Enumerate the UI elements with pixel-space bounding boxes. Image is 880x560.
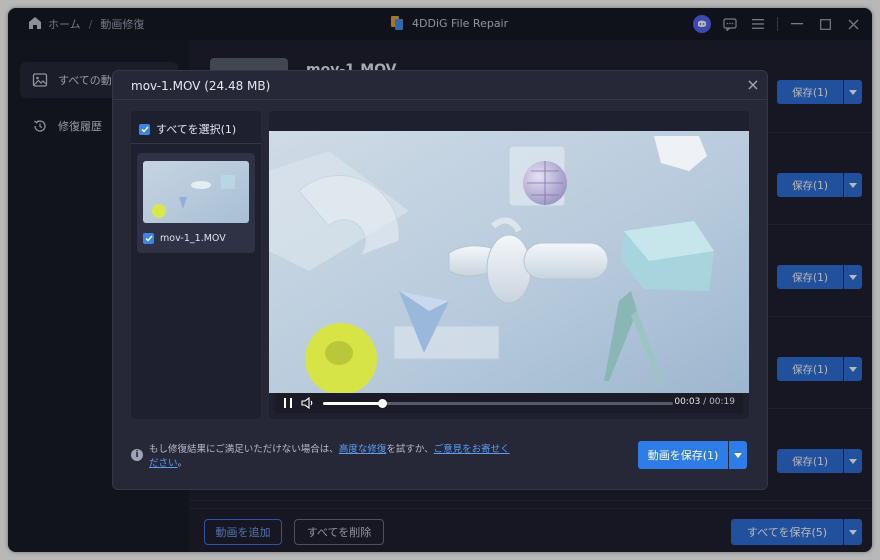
dialog-divider [113,99,767,100]
seek-handle[interactable] [377,399,387,408]
select-all-checkbox[interactable]: すべてを選択(1) [139,121,236,137]
volume-icon[interactable] [301,397,315,409]
current-time: 00:03 [674,397,701,407]
seek-bar-progress [323,402,382,405]
clip-thumbnail [143,161,249,223]
info-text-suffix: 。 [177,458,188,469]
clip-name: mov-1_1.MOV [160,233,226,244]
pause-icon[interactable] [283,398,293,408]
info-text-middle: を試すか、 [386,444,434,455]
info-text: もし修復結果にご満足いただけない場合は、高度な修復を試すか、ご意見をお寄せくださ… [149,443,519,471]
preview-dialog: mov-1.MOV (24.48 MB) × すべてを選択(1) mov-1_1… [112,70,768,490]
time-separator: / [700,397,710,407]
save-video-dropdown-button[interactable] [729,441,747,469]
time-display: 00:03 / 00:19 [674,397,735,407]
player-controls: 00:03 / 00:19 [275,393,743,413]
info-text-prefix: もし修復結果にご満足いただけない場合は、 [149,444,339,455]
total-time: 00:19 [709,397,735,407]
select-all-label: すべてを選択(1) [156,123,237,136]
dialog-close-icon[interactable]: × [745,77,761,93]
panel-divider [131,143,261,144]
clip-row: mov-1_1.MOV [143,233,226,244]
clip-checkbox[interactable] [143,233,154,244]
save-video-button[interactable]: 動画を保存(1) [638,441,728,469]
clip-item[interactable]: mov-1_1.MOV [137,153,255,253]
dialog-title: mov-1.MOV (24.48 MB) [131,79,271,93]
clip-list-panel: すべてを選択(1) mov-1_1.MOV [131,111,261,419]
advanced-repair-link[interactable]: 高度な修復 [339,444,387,455]
seek-bar[interactable] [323,399,673,408]
video-frame[interactable] [269,131,749,393]
checkbox-checked-icon [139,123,150,135]
info-icon: i [131,449,143,461]
chevron-down-icon [734,452,742,458]
save-video-split-button: 動画を保存(1) [638,441,747,469]
video-player: 00:03 / 00:19 [269,111,749,419]
